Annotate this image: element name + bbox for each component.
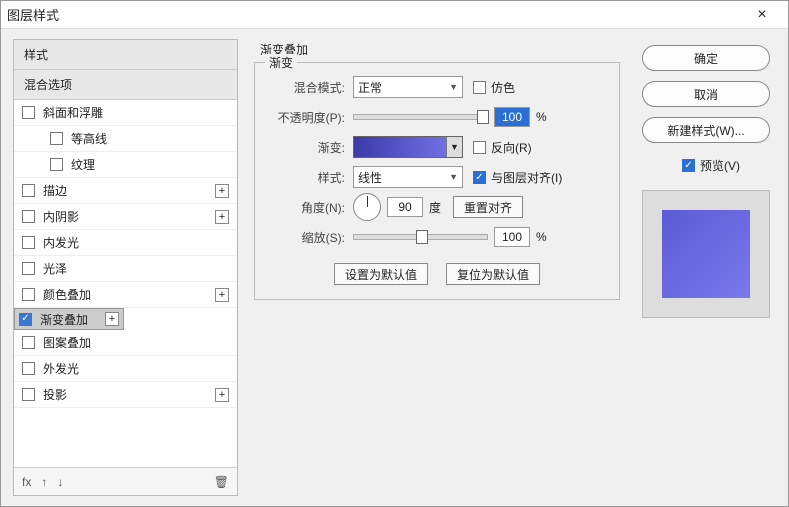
effects-sidebar: 样式 混合选项 斜面和浮雕等高线纹理描边+内阴影+内发光光泽颜色叠加+渐变叠加+… xyxy=(13,39,238,496)
move-down-icon[interactable]: ↓ xyxy=(57,475,63,489)
effect-label: 内阴影 xyxy=(43,208,215,225)
style-label: 样式: xyxy=(265,169,353,186)
effect-row-2[interactable]: 纹理 xyxy=(14,152,237,178)
effect-row-9[interactable]: 图案叠加 xyxy=(14,330,237,356)
effect-checkbox[interactable] xyxy=(22,388,35,401)
blend-mode-select[interactable]: 正常 ▼ xyxy=(353,76,463,98)
ok-button[interactable]: 确定 xyxy=(642,45,770,71)
new-style-button[interactable]: 新建样式(W)... xyxy=(642,117,770,143)
right-panel: 确定 取消 新建样式(W)... 预览(V) xyxy=(636,39,776,496)
settings-panel: 渐变叠加 渐变 混合模式: 正常 ▼ 仿色 不透明度(P): 100 % xyxy=(250,39,624,496)
dither-label: 仿色 xyxy=(491,79,515,96)
fx-menu-icon[interactable]: fx xyxy=(22,475,31,489)
close-button[interactable]: × xyxy=(742,1,782,29)
align-label: 与图层对齐(I) xyxy=(491,169,562,186)
blend-mode-value: 正常 xyxy=(358,79,382,96)
effect-checkbox[interactable] xyxy=(22,336,35,349)
preview-swatch xyxy=(662,210,750,298)
effect-row-1[interactable]: 等高线 xyxy=(14,126,237,152)
effect-row-4[interactable]: 内阴影+ xyxy=(14,204,237,230)
effect-label: 渐变叠加 xyxy=(40,311,105,328)
effect-checkbox[interactable] xyxy=(50,158,63,171)
angle-unit: 度 xyxy=(429,199,441,216)
fieldset-legend: 渐变 xyxy=(265,54,297,71)
scale-input[interactable]: 100 xyxy=(494,227,530,247)
effect-label: 斜面和浮雕 xyxy=(43,104,229,121)
effect-row-10[interactable]: 外发光 xyxy=(14,356,237,382)
layer-style-dialog: 图层样式 × 样式 混合选项 斜面和浮雕等高线纹理描边+内阴影+内发光光泽颜色叠… xyxy=(0,0,789,507)
effect-checkbox[interactable] xyxy=(22,262,35,275)
effect-label: 光泽 xyxy=(43,260,229,277)
blend-mode-label: 混合模式: xyxy=(265,79,353,96)
preview-checkbox[interactable] xyxy=(682,159,695,172)
sidebar-header-styles[interactable]: 样式 xyxy=(14,40,237,70)
effect-checkbox[interactable] xyxy=(22,106,35,119)
chevron-down-icon: ▼ xyxy=(449,172,458,182)
angle-dial[interactable] xyxy=(353,193,381,221)
dither-checkbox[interactable] xyxy=(473,81,486,94)
angle-input[interactable]: 90 xyxy=(387,197,423,217)
add-effect-icon[interactable]: + xyxy=(215,288,229,302)
cancel-button[interactable]: 取消 xyxy=(642,81,770,107)
effect-row-11[interactable]: 投影+ xyxy=(14,382,237,408)
effect-checkbox[interactable] xyxy=(22,184,35,197)
opacity-slider[interactable] xyxy=(353,114,488,120)
opacity-unit: % xyxy=(536,110,547,124)
sidebar-header-blend[interactable]: 混合选项 xyxy=(14,70,237,100)
add-effect-icon[interactable]: + xyxy=(105,312,119,326)
style-value: 线性 xyxy=(358,169,382,186)
scale-label: 缩放(S): xyxy=(265,229,353,246)
add-effect-icon[interactable]: + xyxy=(215,210,229,224)
effect-row-8[interactable]: 渐变叠加+ xyxy=(14,308,124,330)
effect-label: 图案叠加 xyxy=(43,334,229,351)
effect-row-7[interactable]: 颜色叠加+ xyxy=(14,282,237,308)
angle-label: 角度(N): xyxy=(265,199,353,216)
effect-label: 外发光 xyxy=(43,360,229,377)
opacity-input[interactable]: 100 xyxy=(494,107,530,127)
gradient-fieldset: 渐变 混合模式: 正常 ▼ 仿色 不透明度(P): 100 % xyxy=(254,62,620,300)
effect-row-5[interactable]: 内发光 xyxy=(14,230,237,256)
make-default-button[interactable]: 设置为默认值 xyxy=(334,263,428,285)
align-checkbox[interactable] xyxy=(473,171,486,184)
window-title: 图层样式 xyxy=(7,5,742,24)
effect-checkbox[interactable] xyxy=(19,313,32,326)
chevron-down-icon: ▼ xyxy=(446,137,462,157)
add-effect-icon[interactable]: + xyxy=(215,388,229,402)
preview-label: 预览(V) xyxy=(700,157,740,174)
effect-label: 投影 xyxy=(43,386,215,403)
effect-row-3[interactable]: 描边+ xyxy=(14,178,237,204)
effect-checkbox[interactable] xyxy=(22,288,35,301)
effect-label: 描边 xyxy=(43,182,215,199)
effect-checkbox[interactable] xyxy=(22,362,35,375)
effect-checkbox[interactable] xyxy=(50,132,63,145)
effect-checkbox[interactable] xyxy=(22,210,35,223)
reset-align-button[interactable]: 重置对齐 xyxy=(453,196,523,218)
sidebar-footer: fx ↑ ↓ 🗑 xyxy=(14,467,237,495)
effects-list: 斜面和浮雕等高线纹理描边+内阴影+内发光光泽颜色叠加+渐变叠加+图案叠加外发光投… xyxy=(14,100,237,467)
panel-title: 渐变叠加 xyxy=(260,41,620,58)
trash-icon[interactable]: 🗑 xyxy=(214,475,229,489)
opacity-label: 不透明度(P): xyxy=(265,109,353,126)
effect-label: 颜色叠加 xyxy=(43,286,215,303)
chevron-down-icon: ▼ xyxy=(449,82,458,92)
scale-unit: % xyxy=(536,230,547,244)
effect-label: 等高线 xyxy=(71,130,229,147)
effect-label: 纹理 xyxy=(71,156,229,173)
preview-box xyxy=(642,190,770,318)
scale-slider[interactable] xyxy=(353,234,488,240)
reverse-checkbox[interactable] xyxy=(473,141,486,154)
effect-row-6[interactable]: 光泽 xyxy=(14,256,237,282)
reset-default-button[interactable]: 复位为默认值 xyxy=(446,263,540,285)
style-select[interactable]: 线性 ▼ xyxy=(353,166,463,188)
dialog-body: 样式 混合选项 斜面和浮雕等高线纹理描边+内阴影+内发光光泽颜色叠加+渐变叠加+… xyxy=(1,29,788,506)
effect-row-0[interactable]: 斜面和浮雕 xyxy=(14,100,237,126)
effect-label: 内发光 xyxy=(43,234,229,251)
gradient-picker[interactable]: ▼ xyxy=(353,136,463,158)
add-effect-icon[interactable]: + xyxy=(215,184,229,198)
gradient-label: 渐变: xyxy=(265,139,353,156)
titlebar: 图层样式 × xyxy=(1,1,788,29)
reverse-label: 反向(R) xyxy=(491,139,532,156)
effect-checkbox[interactable] xyxy=(22,236,35,249)
move-up-icon[interactable]: ↑ xyxy=(41,475,47,489)
